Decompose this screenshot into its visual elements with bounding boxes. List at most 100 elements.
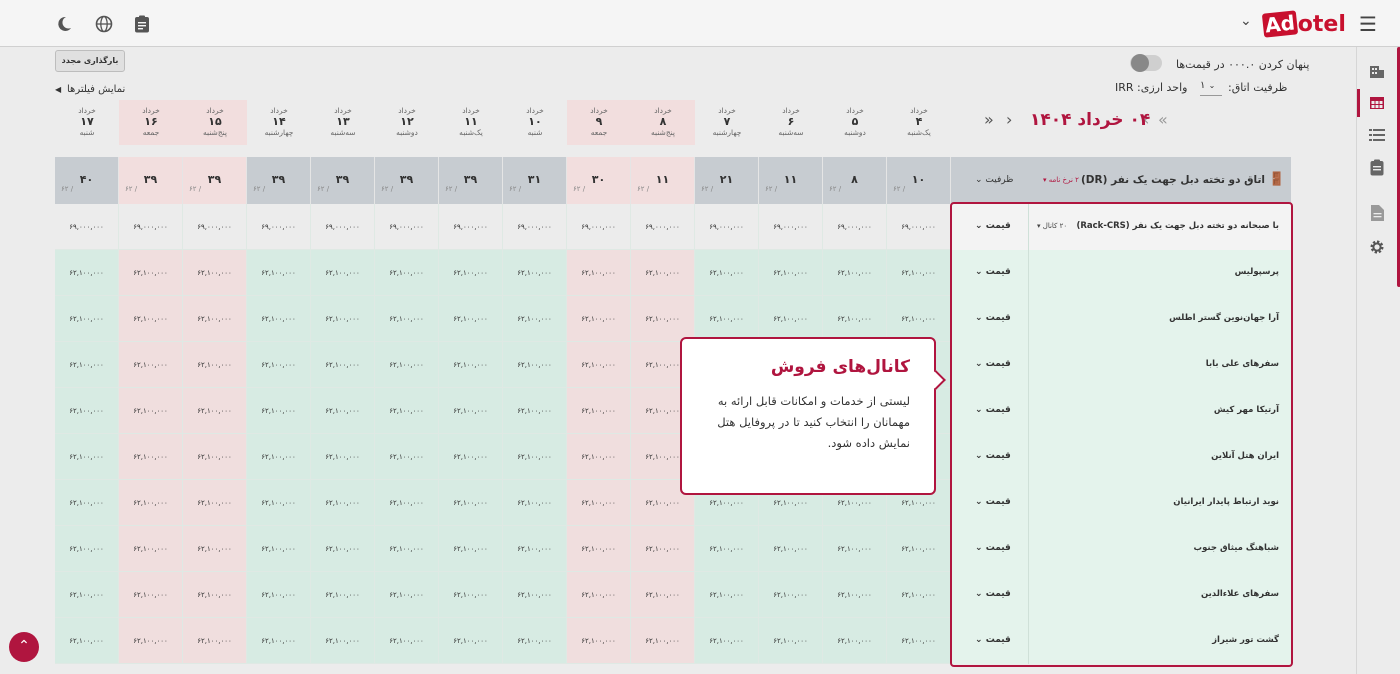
- price-cell[interactable]: ۶۹,۰۰۰,۰۰۰: [55, 204, 119, 250]
- price-cell[interactable]: ۶۲,۱۰۰,۰۰۰: [567, 480, 631, 526]
- price-cell[interactable]: ۶۲,۱۰۰,۰۰۰: [887, 572, 951, 618]
- price-cell[interactable]: ۶۲,۱۰۰,۰۰۰: [247, 572, 311, 618]
- date-column[interactable]: خرداد ۱۱ یک‌شنبه: [439, 100, 503, 145]
- price-cell[interactable]: ۶۲,۱۰۰,۰۰۰: [311, 618, 375, 664]
- date-column[interactable]: خرداد ۱۴ چهارشنبه: [247, 100, 311, 145]
- capacity-cell[interactable]: ۳۹ ۶۲ /: [247, 157, 311, 204]
- price-dropdown[interactable]: قیمت ⌄: [975, 405, 1011, 415]
- price-cell[interactable]: ۶۲,۱۰۰,۰۰۰: [247, 250, 311, 296]
- caret-left-icon[interactable]: ◀: [55, 85, 61, 94]
- price-cell[interactable]: ۶۲,۱۰۰,۰۰۰: [311, 342, 375, 388]
- price-cell[interactable]: ۶۲,۱۰۰,۰۰۰: [567, 388, 631, 434]
- price-cell[interactable]: ۶۲,۱۰۰,۰۰۰: [695, 618, 759, 664]
- price-cell[interactable]: ۶۲,۱۰۰,۰۰۰: [119, 342, 183, 388]
- next-fast-button[interactable]: »: [984, 110, 994, 129]
- capacity-cell[interactable]: ۸ ۶۲ /: [823, 157, 887, 204]
- price-cell[interactable]: ۶۲,۱۰۰,۰۰۰: [183, 480, 247, 526]
- price-cell[interactable]: ۶۲,۱۰۰,۰۰۰: [183, 526, 247, 572]
- price-cell[interactable]: ۶۲,۱۰۰,۰۰۰: [503, 480, 567, 526]
- price-cell[interactable]: ۶۲,۱۰۰,۰۰۰: [567, 434, 631, 480]
- price-cell[interactable]: ۶۲,۱۰۰,۰۰۰: [55, 618, 119, 664]
- price-cell[interactable]: ۶۲,۱۰۰,۰۰۰: [887, 250, 951, 296]
- price-cell[interactable]: ۶۲,۱۰۰,۰۰۰: [247, 434, 311, 480]
- price-cell[interactable]: ۶۲,۱۰۰,۰۰۰: [567, 572, 631, 618]
- prev-fast-button[interactable]: «: [1158, 110, 1168, 129]
- price-cell[interactable]: ۶۲,۱۰۰,۰۰۰: [55, 480, 119, 526]
- price-cell[interactable]: ۶۲,۱۰۰,۰۰۰: [439, 572, 503, 618]
- price-cell[interactable]: ۶۲,۱۰۰,۰۰۰: [503, 618, 567, 664]
- price-cell[interactable]: ۶۲,۱۰۰,۰۰۰: [759, 572, 823, 618]
- rate-count-dropdown[interactable]: ۲ نرخ نامه ▾: [1043, 176, 1079, 184]
- price-cell[interactable]: ۶۲,۱۰۰,۰۰۰: [439, 388, 503, 434]
- moon-icon[interactable]: [52, 12, 76, 36]
- price-cell[interactable]: ۶۲,۱۰۰,۰۰۰: [311, 480, 375, 526]
- price-cell[interactable]: ۶۹,۰۰۰,۰۰۰: [311, 204, 375, 250]
- date-column[interactable]: خرداد ۱۶ جمعه: [119, 100, 183, 145]
- price-cell[interactable]: ۶۹,۰۰۰,۰۰۰: [247, 204, 311, 250]
- gear-icon[interactable]: [1365, 235, 1389, 259]
- price-cell[interactable]: ۶۲,۱۰۰,۰۰۰: [183, 618, 247, 664]
- price-cell[interactable]: ۶۲,۱۰۰,۰۰۰: [439, 618, 503, 664]
- price-cell[interactable]: ۶۲,۱۰۰,۰۰۰: [823, 618, 887, 664]
- price-cell[interactable]: ۶۲,۱۰۰,۰۰۰: [311, 572, 375, 618]
- price-cell[interactable]: ۶۹,۰۰۰,۰۰۰: [631, 204, 695, 250]
- show-filters-link[interactable]: نمایش فیلترها: [67, 84, 125, 95]
- price-cell[interactable]: ۶۹,۰۰۰,۰۰۰: [567, 204, 631, 250]
- price-cell[interactable]: ۶۲,۱۰۰,۰۰۰: [439, 526, 503, 572]
- date-column[interactable]: خرداد ۱۵ پنج‌شنبه: [183, 100, 247, 145]
- hide-zero-toggle[interactable]: [1130, 54, 1162, 72]
- price-cell[interactable]: ۶۲,۱۰۰,۰۰۰: [375, 618, 439, 664]
- price-cell[interactable]: ۶۲,۱۰۰,۰۰۰: [887, 296, 951, 342]
- price-cell[interactable]: ۶۲,۱۰۰,۰۰۰: [887, 618, 951, 664]
- price-cell[interactable]: ۶۲,۱۰۰,۰۰۰: [759, 526, 823, 572]
- capacity-cell[interactable]: ۳۰ ۶۲ /: [567, 157, 631, 204]
- price-cell[interactable]: ۶۲,۱۰۰,۰۰۰: [311, 526, 375, 572]
- price-cell[interactable]: ۶۲,۱۰۰,۰۰۰: [311, 388, 375, 434]
- price-cell[interactable]: ۶۹,۰۰۰,۰۰۰: [375, 204, 439, 250]
- capacity-cell[interactable]: ۱۰ ۶۲ /: [887, 157, 951, 204]
- date-column[interactable]: خرداد ۱۲ دوشنبه: [375, 100, 439, 145]
- price-cell[interactable]: ۶۲,۱۰۰,۰۰۰: [311, 434, 375, 480]
- price-cell[interactable]: ۶۲,۱۰۰,۰۰۰: [119, 526, 183, 572]
- capacity-cell[interactable]: ۳۹ ۶۲ /: [119, 157, 183, 204]
- price-cell[interactable]: ۶۲,۱۰۰,۰۰۰: [503, 296, 567, 342]
- price-dropdown[interactable]: قیمت ⌄: [975, 359, 1011, 369]
- price-cell[interactable]: ۶۲,۱۰۰,۰۰۰: [183, 250, 247, 296]
- price-cell[interactable]: ۶۲,۱۰۰,۰۰۰: [503, 526, 567, 572]
- list-icon[interactable]: [1365, 123, 1389, 147]
- price-cell[interactable]: ۶۲,۱۰۰,۰۰۰: [375, 434, 439, 480]
- price-cell[interactable]: ۶۲,۱۰۰,۰۰۰: [503, 572, 567, 618]
- price-cell[interactable]: ۶۲,۱۰۰,۰۰۰: [567, 250, 631, 296]
- price-cell[interactable]: ۶۲,۱۰۰,۰۰۰: [183, 434, 247, 480]
- price-cell[interactable]: ۶۲,۱۰۰,۰۰۰: [375, 250, 439, 296]
- price-cell[interactable]: ۶۲,۱۰۰,۰۰۰: [119, 388, 183, 434]
- price-cell[interactable]: ۶۲,۱۰۰,۰۰۰: [375, 526, 439, 572]
- price-cell[interactable]: ۶۲,۱۰۰,۰۰۰: [375, 296, 439, 342]
- price-cell[interactable]: ۶۲,۱۰۰,۰۰۰: [439, 434, 503, 480]
- price-dropdown[interactable]: قیمت ⌄: [975, 221, 1011, 231]
- price-cell[interactable]: ۶۲,۱۰۰,۰۰۰: [631, 296, 695, 342]
- capacity-dropdown[interactable]: ظرفیت ⌄: [975, 175, 1013, 185]
- price-cell[interactable]: ۶۲,۱۰۰,۰۰۰: [375, 480, 439, 526]
- price-cell[interactable]: ۶۲,۱۰۰,۰۰۰: [887, 526, 951, 572]
- price-cell[interactable]: ۶۹,۰۰۰,۰۰۰: [695, 204, 759, 250]
- price-dropdown[interactable]: قیمت ⌄: [975, 543, 1011, 553]
- price-cell[interactable]: ۶۲,۱۰۰,۰۰۰: [247, 296, 311, 342]
- price-cell[interactable]: ۶۲,۱۰۰,۰۰۰: [183, 388, 247, 434]
- price-cell[interactable]: ۶۲,۱۰۰,۰۰۰: [247, 526, 311, 572]
- price-cell[interactable]: ۶۲,۱۰۰,۰۰۰: [503, 342, 567, 388]
- date-column[interactable]: خرداد ۱۳ سه‌شنبه: [311, 100, 375, 145]
- price-cell[interactable]: ۶۲,۱۰۰,۰۰۰: [631, 618, 695, 664]
- price-cell[interactable]: ۶۲,۱۰۰,۰۰۰: [439, 250, 503, 296]
- price-dropdown[interactable]: قیمت ⌄: [975, 635, 1011, 645]
- chevron-down-icon[interactable]: ⌄: [1240, 13, 1252, 29]
- globe-icon[interactable]: [92, 12, 116, 36]
- price-cell[interactable]: ۶۲,۱۰۰,۰۰۰: [119, 618, 183, 664]
- price-cell[interactable]: ۶۲,۱۰۰,۰۰۰: [631, 572, 695, 618]
- capacity-cell[interactable]: ۱۱ ۶۲ /: [631, 157, 695, 204]
- price-cell[interactable]: ۶۲,۱۰۰,۰۰۰: [439, 342, 503, 388]
- capacity-select[interactable]: ۱ ⌄: [1200, 80, 1222, 96]
- price-cell[interactable]: ۶۲,۱۰۰,۰۰۰: [823, 526, 887, 572]
- price-cell[interactable]: ۶۲,۱۰۰,۰۰۰: [567, 526, 631, 572]
- price-cell[interactable]: ۶۲,۱۰۰,۰۰۰: [183, 296, 247, 342]
